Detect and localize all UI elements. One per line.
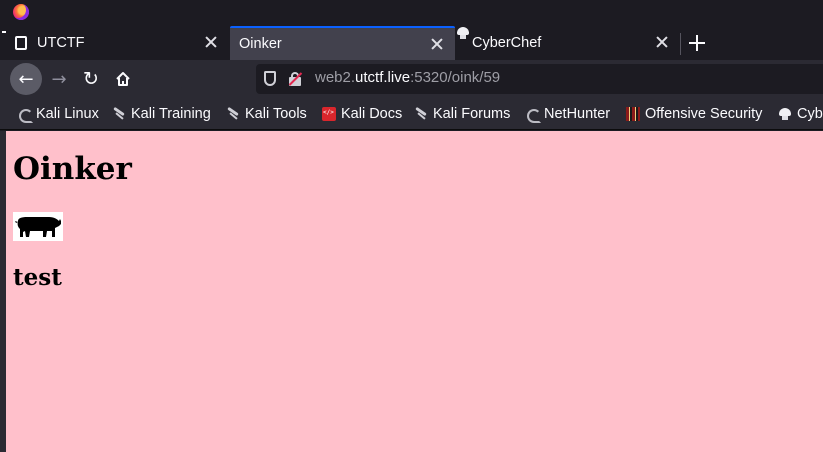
bookmark-label: NetHunter	[544, 106, 611, 122]
back-button[interactable]: ←	[10, 63, 42, 95]
kali-icon	[112, 107, 126, 121]
bookmark-kali-linux[interactable]: Kali Linux	[17, 98, 99, 129]
bookmark-nethunter[interactable]: NetHunter	[525, 98, 611, 129]
close-tab-icon[interactable]	[203, 34, 219, 50]
arrow-right-icon: →	[51, 68, 67, 90]
reload-button[interactable]: ↻	[76, 64, 106, 94]
bookmark-label: Cybe	[797, 106, 823, 122]
bookmark-kali-docs[interactable]: Kali Docs	[322, 98, 403, 129]
bookmark-offensive-security[interactable]: Offensive Security	[626, 98, 763, 129]
tab-label: CyberChef	[472, 35, 542, 51]
utctf-favicon-icon	[15, 36, 27, 50]
bookmark-kali-training[interactable]: Kali Training	[112, 98, 211, 129]
bookmark-label: Kali Linux	[36, 106, 99, 122]
page-content: Oinker test	[0, 131, 823, 452]
bookmark-kali-tools[interactable]: Kali Tools	[226, 98, 307, 129]
address-bar[interactable]: web2.utctf.live:5320/oink/59	[256, 64, 823, 94]
bookmark-kali-forums[interactable]: Kali Forums	[414, 98, 511, 129]
bookmarks-toolbar: Kali Linux Kali Training Kali Tools Kali…	[0, 98, 823, 130]
firefox-logo-icon	[13, 4, 29, 20]
kali-icon	[414, 107, 428, 121]
bookmark-label: Offensive Security	[645, 106, 763, 122]
bookmark-cyberchef[interactable]: Cybe	[778, 98, 823, 129]
kali-dragon-icon	[17, 107, 33, 123]
tab-separator	[680, 33, 681, 55]
url-text[interactable]: web2.utctf.live:5320/oink/59	[315, 69, 500, 86]
tab-cyberchef[interactable]: CyberChef	[456, 26, 680, 60]
kali-dragon-icon	[525, 107, 541, 123]
home-button[interactable]	[108, 64, 138, 94]
bookmark-label: Kali Training	[131, 106, 211, 122]
forward-button[interactable]: →	[44, 64, 74, 94]
navigation-bar: ← → ↻ web2.utctf.live:5320/oink/59	[0, 60, 823, 98]
kali-docs-icon	[322, 107, 336, 121]
tab-label: UTCTF	[37, 35, 85, 51]
tab-oinker[interactable]: Oinker	[230, 26, 455, 60]
page-title: Oinker	[13, 151, 132, 187]
reload-icon: ↻	[83, 68, 99, 90]
arrow-left-icon: ←	[18, 68, 34, 90]
tracking-shield-icon[interactable]	[264, 71, 276, 86]
bookmark-label: Kali Forums	[433, 106, 511, 122]
insecure-lock-icon[interactable]	[288, 72, 303, 86]
close-tab-icon[interactable]	[654, 34, 670, 50]
offsec-icon	[626, 107, 640, 121]
title-bar	[0, 0, 823, 26]
pig-icon	[15, 217, 61, 237]
tab-label: Oinker	[239, 36, 282, 52]
bookmark-label: Kali Tools	[245, 106, 307, 122]
url-host: utctf.live	[355, 69, 411, 86]
chef-hat-icon	[778, 107, 792, 121]
bookmark-label: Kali Docs	[341, 106, 403, 122]
new-tab-button[interactable]	[686, 32, 708, 54]
pig-image	[13, 212, 63, 241]
tab-utctf[interactable]: UTCTF	[0, 26, 229, 60]
kali-icon	[226, 107, 240, 121]
home-icon	[116, 72, 130, 86]
url-prefix: web2.	[315, 69, 356, 86]
oink-post-text: test	[13, 264, 62, 291]
url-path: :5320/oink/59	[410, 69, 501, 86]
close-tab-icon[interactable]	[429, 36, 445, 52]
